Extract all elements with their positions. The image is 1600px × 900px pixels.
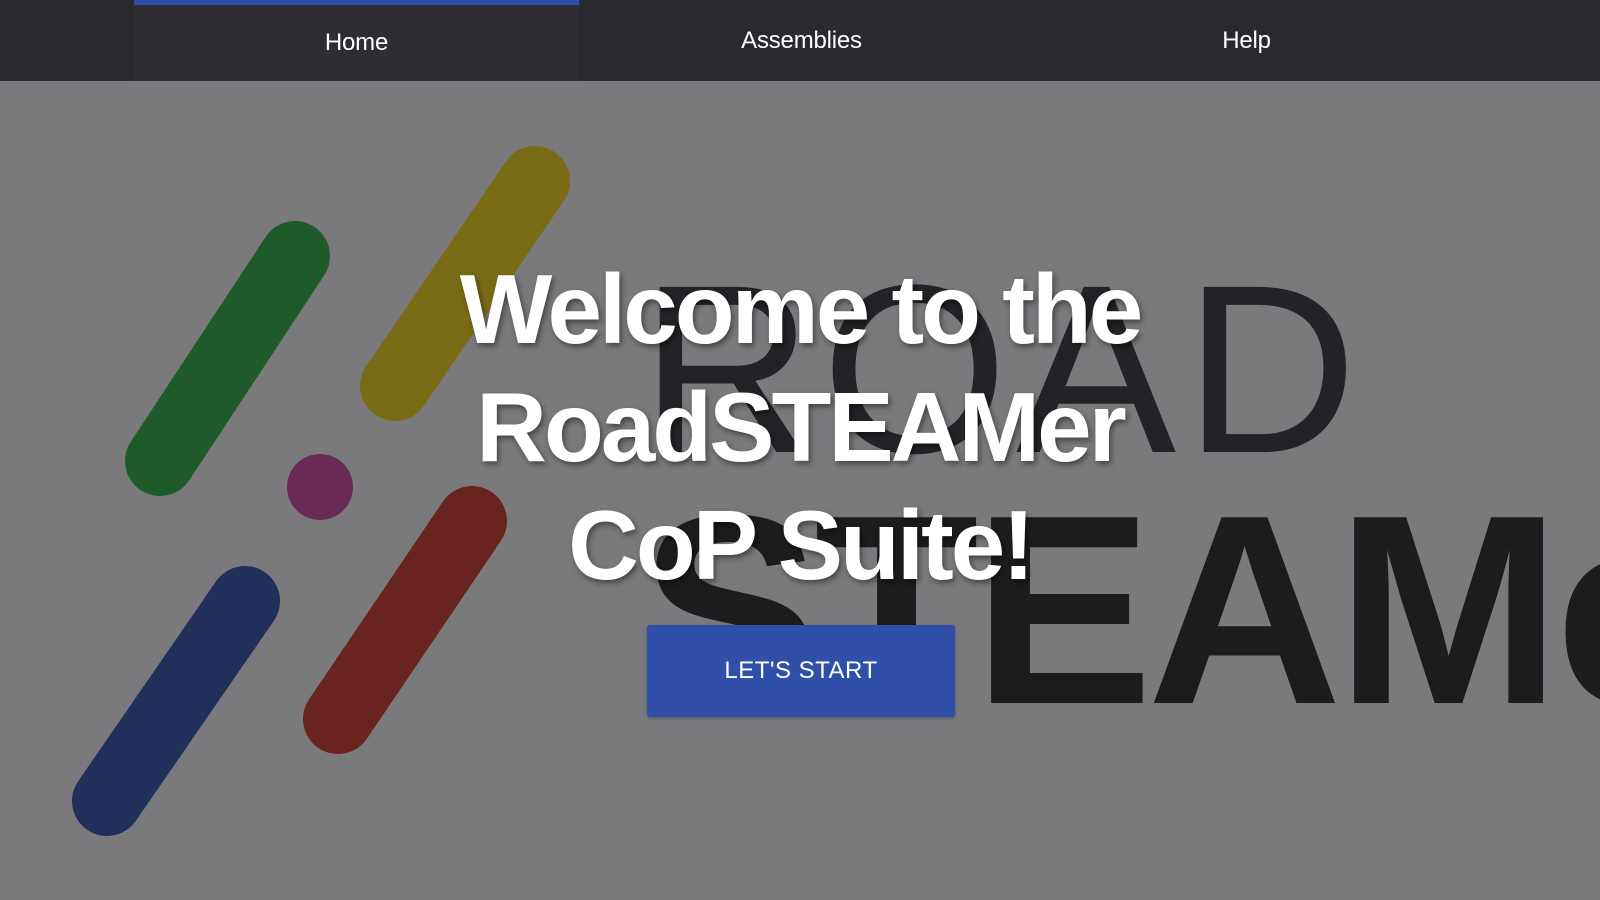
tab-home-label: Home	[324, 29, 389, 56]
lets-start-button-label: LET'S START	[724, 657, 878, 684]
tab-home[interactable]: Home	[134, 0, 579, 81]
welcome-headline-line2: CoP Suite!	[568, 490, 1035, 600]
welcome-headline-line1: Welcome to the RoadSTEAMer	[459, 254, 1143, 482]
tab-assemblies-label: Assemblies	[741, 26, 862, 54]
logo-blue-stroke	[72, 566, 280, 836]
tab-help-label: Help	[1222, 26, 1271, 54]
lets-start-button[interactable]: LET'S START	[647, 625, 955, 717]
welcome-headline: Welcome to the RoadSTEAMer CoP Suite!	[160, 250, 1440, 604]
tab-help[interactable]: Help	[1024, 0, 1469, 81]
top-navbar: Home Assemblies Help	[0, 0, 1600, 81]
tab-assemblies[interactable]: Assemblies	[579, 0, 1024, 81]
